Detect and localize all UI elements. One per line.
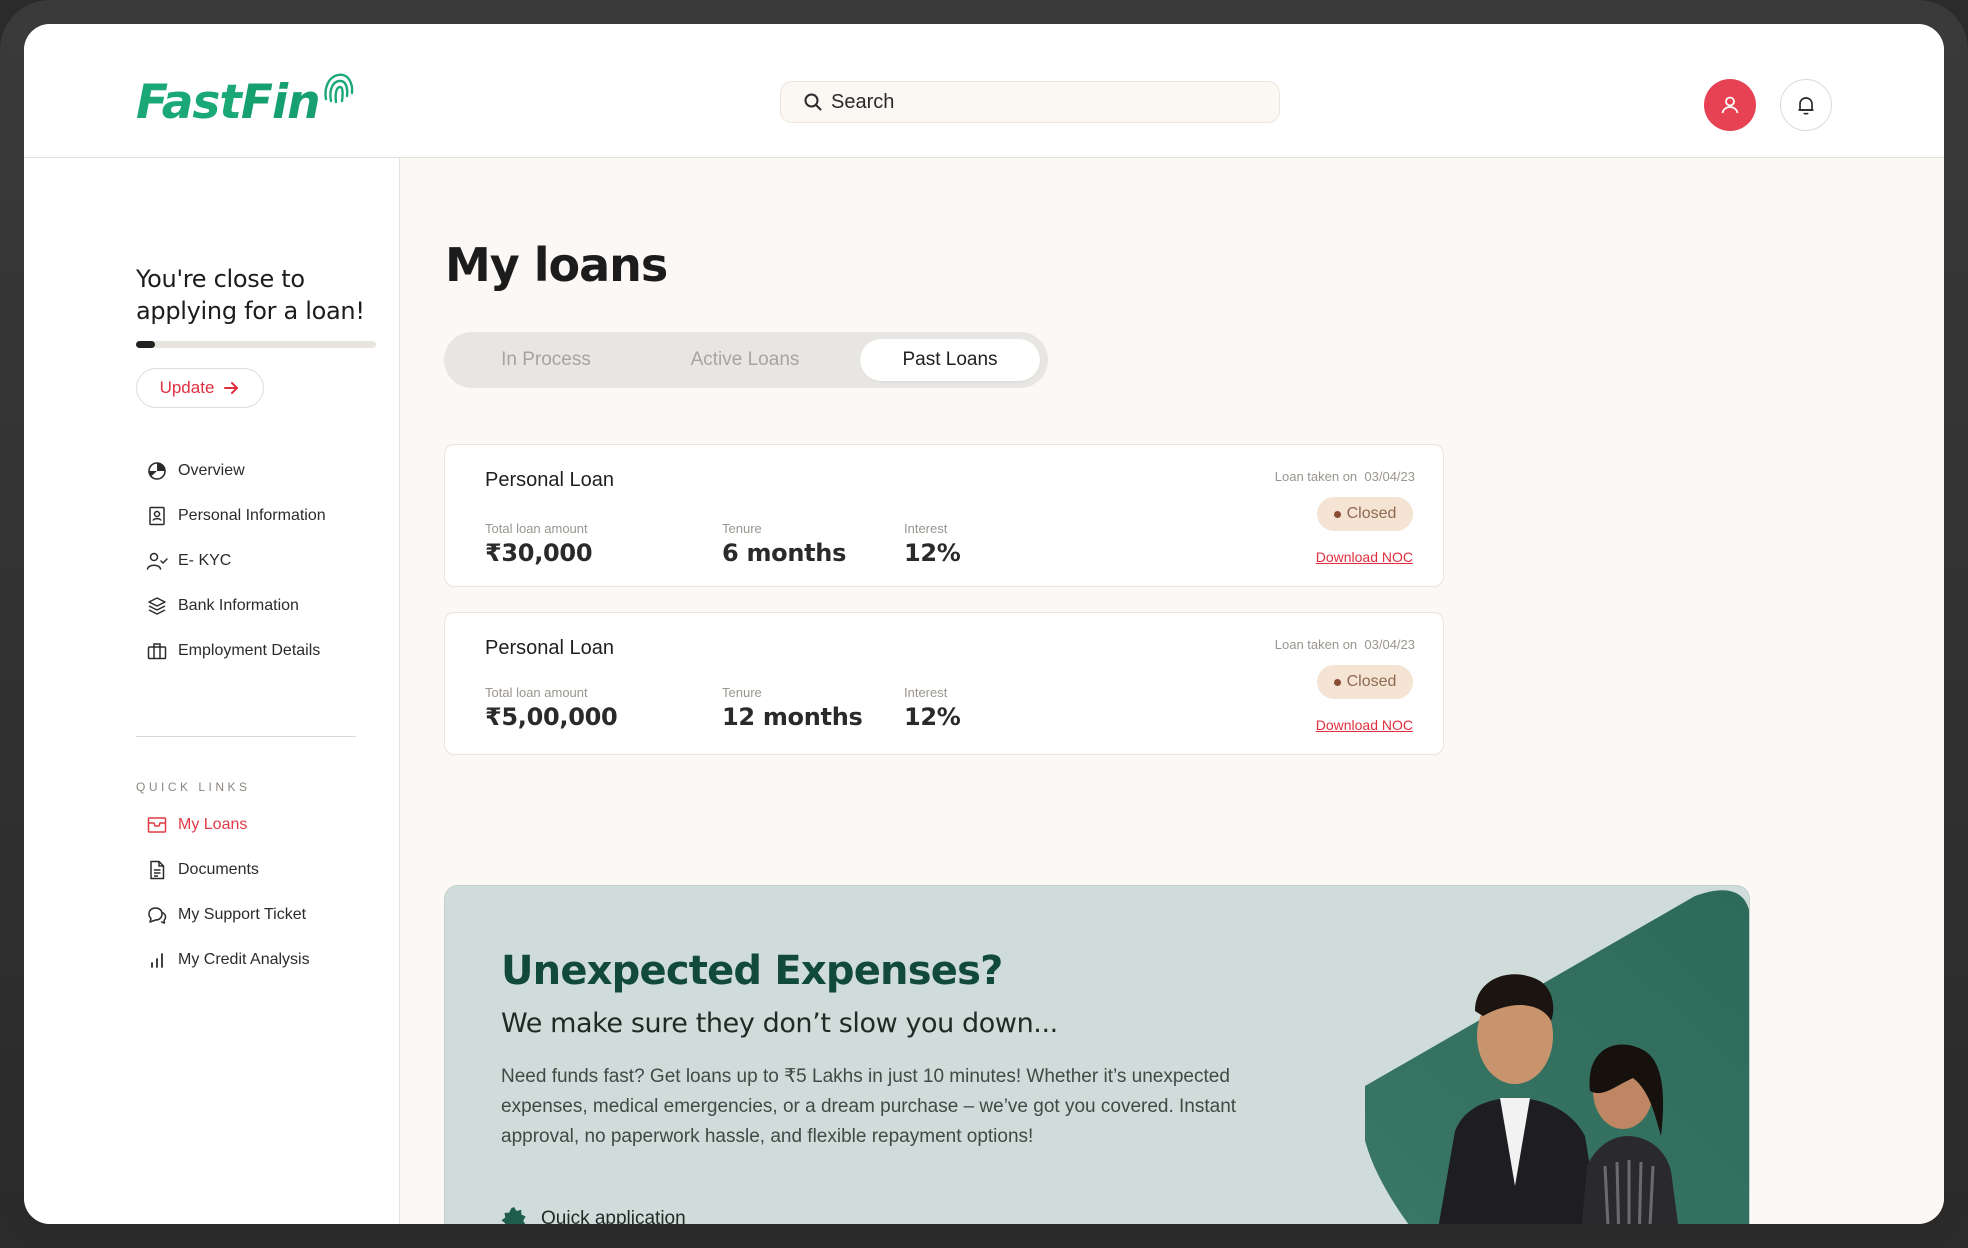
sidebar-item-label: E- KYC (178, 551, 232, 569)
logo-part-fin: Fin (240, 75, 321, 130)
chat-bubbles-icon (146, 904, 168, 926)
quick-link-my-support-ticket[interactable]: My Support Ticket (146, 892, 310, 937)
update-label: Update (159, 378, 215, 397)
tenure-label: Tenure (722, 521, 762, 536)
sidebar-item-label: Employment Details (178, 641, 321, 659)
layers-icon (146, 595, 168, 617)
tab-active-loans[interactable]: Active Loans (638, 339, 852, 381)
loan-taken-date: Loan taken on 03/04/23 (1275, 469, 1415, 484)
device-frame: FastFin You're close to (0, 0, 1968, 1248)
quick-link-label: My Credit Analysis (178, 950, 310, 968)
logo-wordmark: FastFin (136, 79, 321, 126)
status-dot (1333, 510, 1341, 518)
status-badge: Closed (1317, 497, 1413, 531)
sidebar-item-label: Personal Information (178, 506, 326, 524)
update-button[interactable]: Update (136, 368, 264, 408)
promo-subtitle: We make sure they don’t slow you down... (501, 1008, 1058, 1039)
sidebar-item-ekyc[interactable]: E- KYC (146, 538, 326, 583)
loan-interest: 12% (904, 703, 961, 731)
progress-fill (136, 341, 156, 348)
tenure-label: Tenure (722, 685, 762, 700)
user-icon (1721, 96, 1739, 114)
user-check-icon (146, 550, 168, 572)
loan-card: Personal Loan Total loan amount ₹30,000 … (444, 444, 1444, 587)
promo-feature: Quick application (501, 1206, 686, 1224)
main-content: My loans In Process Active Loans Past Lo… (400, 158, 1944, 1224)
tab-past-loans[interactable]: Past Loans (860, 339, 1040, 381)
notifications-button[interactable] (1780, 79, 1832, 131)
interest-label: Interest (904, 685, 948, 700)
sidebar-item-label: Overview (178, 461, 245, 479)
quick-links-nav: My Loans Documents My Support Ticket My … (146, 802, 310, 982)
quick-links-heading: QUICK LINKS (136, 780, 251, 794)
promo-feature-label: Quick application (541, 1208, 686, 1224)
bell-icon (1798, 97, 1814, 115)
pie-chart-icon (146, 460, 168, 482)
search-bar[interactable] (780, 81, 1280, 123)
status-badge: Closed (1317, 665, 1413, 699)
bar-chart-icon (146, 949, 168, 971)
loan-type: Personal Loan (485, 637, 614, 659)
badge-star-icon (501, 1207, 526, 1224)
search-icon (804, 93, 822, 111)
quick-link-my-credit-analysis[interactable]: My Credit Analysis (146, 937, 310, 982)
logo-part-fast: Fast (136, 75, 242, 130)
taken-date: 03/04/23 (1364, 469, 1415, 484)
promo-banner: Unexpected Expenses? We make sure they d… (444, 885, 1750, 1224)
loan-amount: ₹30,000 (485, 539, 593, 567)
sidebar-item-overview[interactable]: Overview (146, 448, 326, 493)
quick-link-documents[interactable]: Documents (146, 847, 310, 892)
search-input[interactable] (831, 90, 1231, 114)
document-icon (146, 859, 168, 881)
status-dot (1333, 678, 1341, 686)
briefcase-icon (146, 640, 168, 662)
quick-link-label: My Loans (178, 815, 248, 833)
sidebar-item-personal-information[interactable]: Personal Information (146, 493, 326, 538)
couple-illustration (1365, 890, 1749, 1224)
mailbox-icon (146, 814, 168, 836)
quick-link-label: My Support Ticket (178, 905, 307, 923)
id-card-icon (146, 505, 168, 527)
loan-tabs: In Process Active Loans Past Loans (444, 332, 1048, 388)
progress-title: You're close to applying for a loan! (136, 265, 365, 325)
sidebar-item-employment-details[interactable]: Employment Details (146, 628, 326, 673)
loan-type: Personal Loan (485, 469, 614, 491)
taken-label: Loan taken on (1274, 637, 1358, 652)
taken-date: 03/04/23 (1364, 637, 1415, 652)
sidebar-item-label: Bank Information (178, 596, 299, 614)
application-progress-bar (136, 341, 376, 348)
top-header: FastFin (24, 24, 1944, 158)
sidebar: You're close to applying for a loan! Upd… (24, 158, 400, 1224)
tab-in-process[interactable]: In Process (458, 339, 634, 381)
loan-taken-date: Loan taken on 03/04/23 (1275, 637, 1415, 652)
amount-label: Total loan amount (485, 521, 588, 536)
app-screen: FastFin You're close to (24, 24, 1944, 1224)
taken-label: Loan taken on (1274, 469, 1358, 484)
status-text: Closed (1346, 673, 1397, 690)
quick-link-my-loans[interactable]: My Loans (146, 802, 310, 847)
loan-amount: ₹5,00,000 (485, 703, 618, 731)
status-text: Closed (1346, 505, 1397, 522)
page-title: My loans (445, 238, 668, 292)
loan-tenure: 6 months (722, 539, 847, 567)
promo-body: Need funds fast? Get loans up to ₹5 Lakh… (501, 1066, 1237, 1147)
loan-interest: 12% (904, 539, 961, 567)
sidebar-divider (136, 736, 356, 737)
profile-button[interactable] (1704, 79, 1756, 131)
arrow-right-icon (224, 382, 239, 394)
download-noc-link[interactable]: Download NOC (1316, 717, 1413, 733)
amount-label: Total loan amount (485, 685, 588, 700)
loan-card: Personal Loan Total loan amount ₹5,00,00… (444, 612, 1444, 755)
promo-title: Unexpected Expenses? (501, 948, 1003, 994)
fastfin-logo[interactable]: FastFin (136, 69, 366, 139)
fingerprint-icon (324, 73, 354, 104)
interest-label: Interest (904, 521, 948, 536)
quick-link-label: Documents (178, 860, 259, 878)
loan-tenure: 12 months (722, 703, 863, 731)
profile-nav: Overview Personal Information E- KYC Ban… (146, 448, 326, 673)
sidebar-item-bank-information[interactable]: Bank Information (146, 583, 326, 628)
download-noc-link[interactable]: Download NOC (1316, 549, 1413, 565)
